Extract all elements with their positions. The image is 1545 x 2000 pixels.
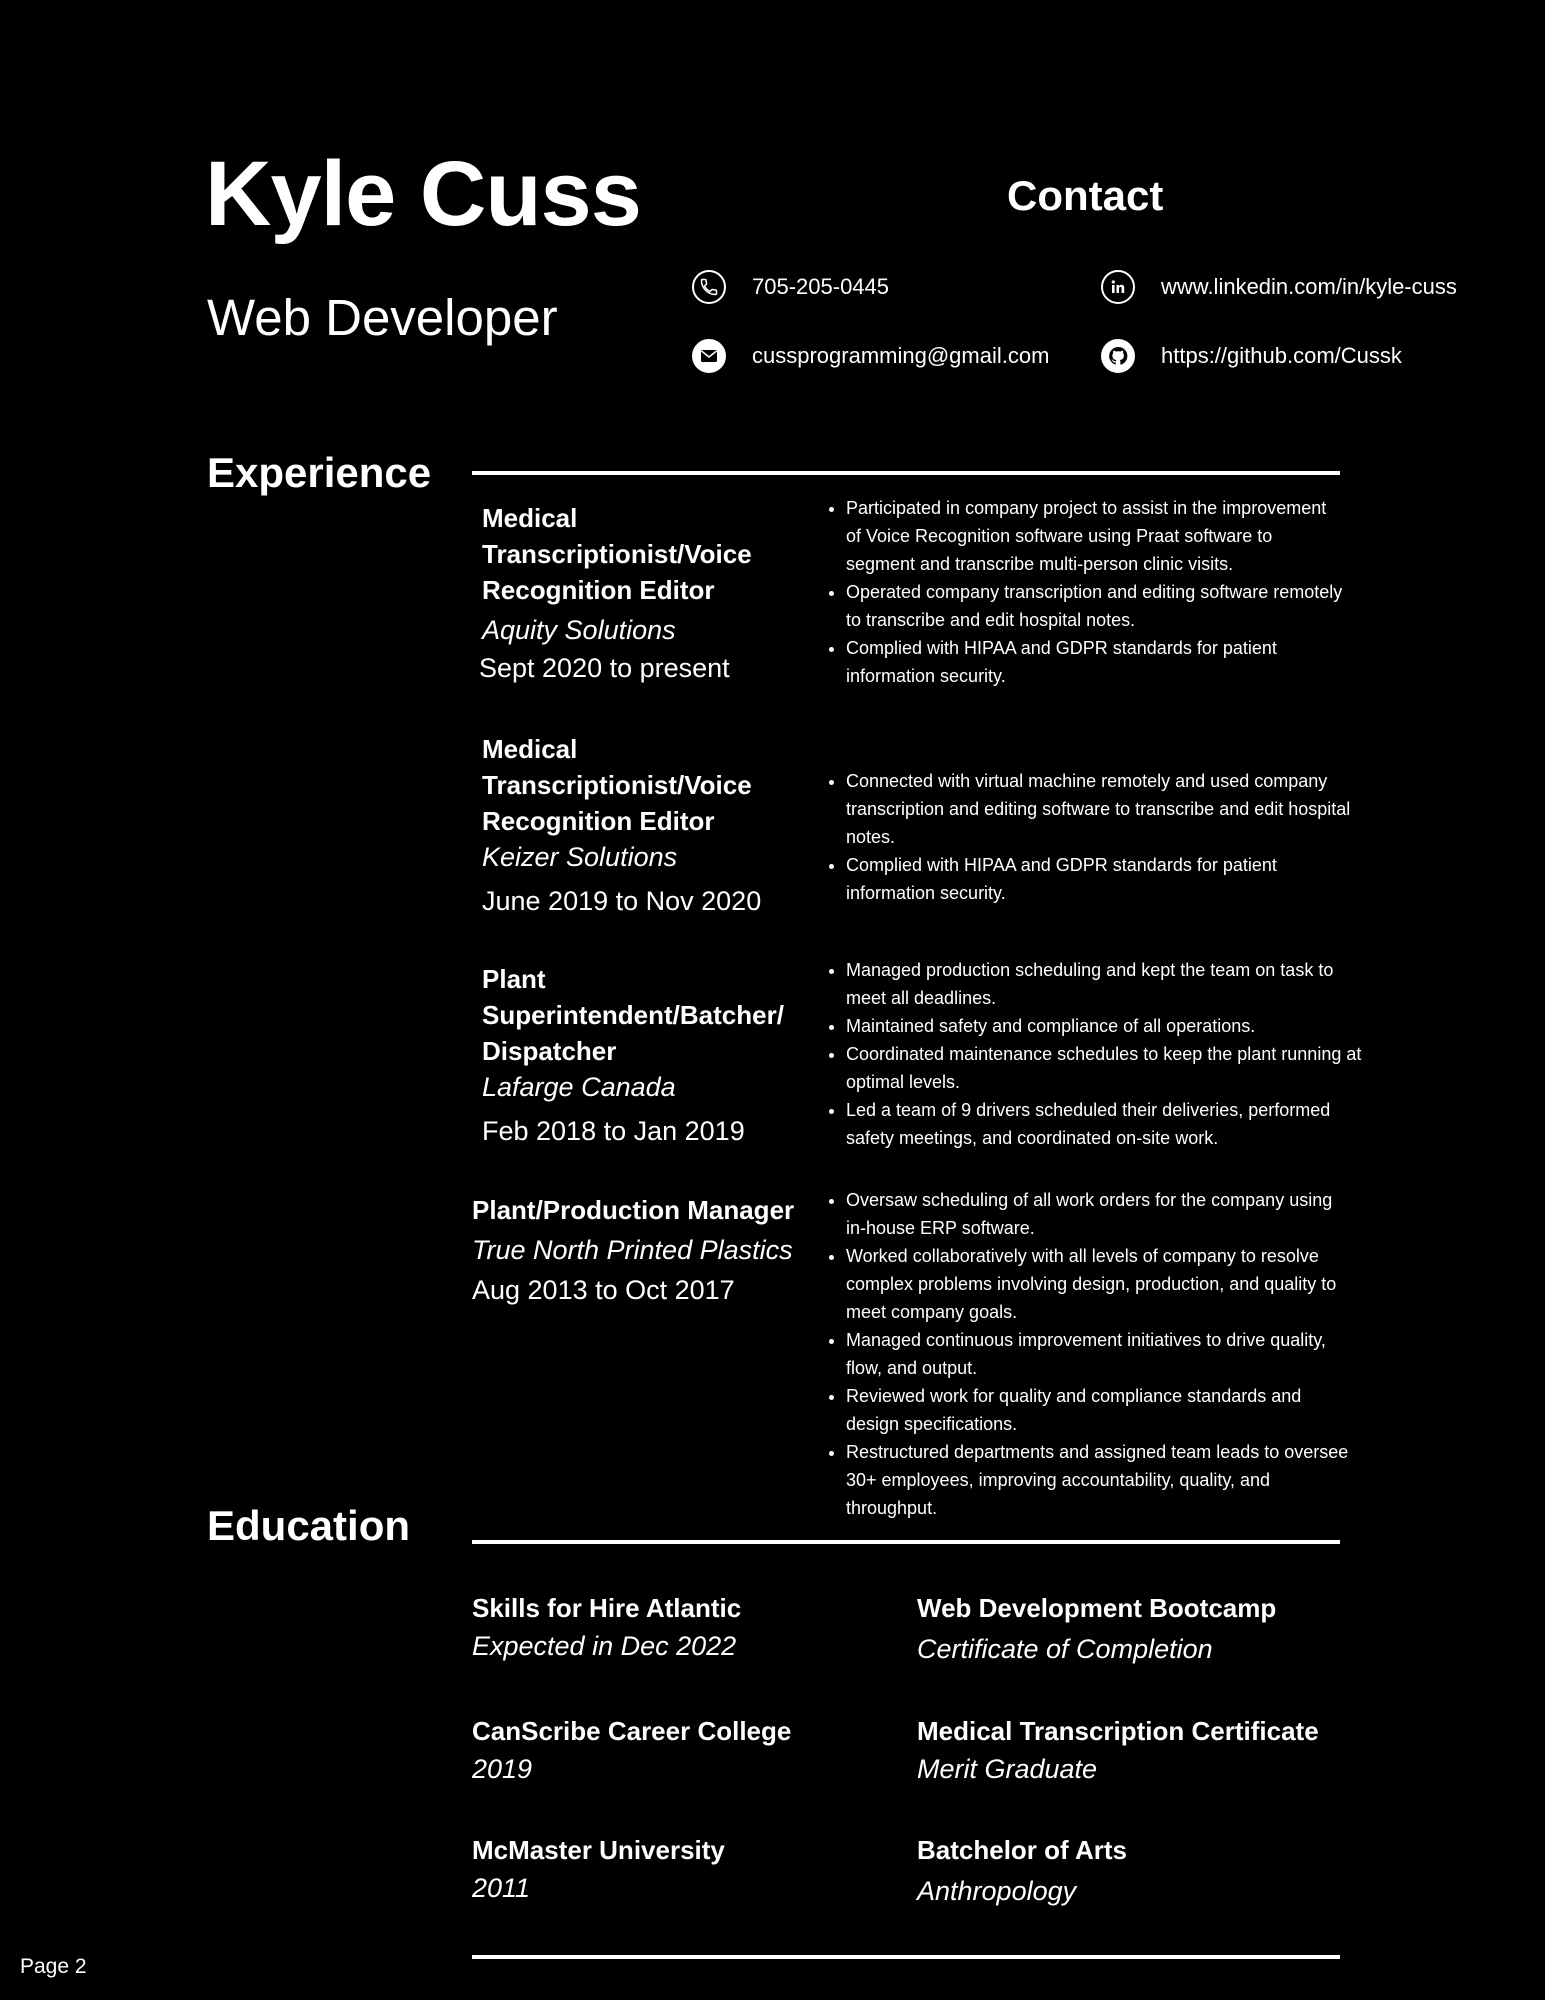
- education-item: McMaster University 2011: [472, 1832, 892, 1908]
- list-item: Oversaw scheduling of all work orders fo…: [846, 1186, 1356, 1242]
- job-company: Lafarge Canada: [482, 1072, 676, 1102]
- job-company: True North Printed Plastics: [472, 1235, 793, 1265]
- list-item: Coordinated maintenance schedules to kee…: [846, 1040, 1368, 1096]
- list-item: Worked collaboratively with all levels o…: [846, 1242, 1356, 1326]
- job-title: Plant/Production Manager: [472, 1195, 795, 1225]
- education-rule: [472, 1540, 1340, 1544]
- page-number: Page 2: [20, 1955, 87, 1978]
- list-item: Managed production scheduling and kept t…: [846, 956, 1368, 1012]
- github-icon: [1101, 339, 1135, 373]
- contact-github[interactable]: https://github.com/Cussk: [1101, 339, 1402, 373]
- email-icon: [692, 339, 726, 373]
- list-item: Operated company transcription and editi…: [846, 578, 1346, 634]
- bottom-rule: [472, 1955, 1340, 1959]
- job-bullets: Participated in company project to assis…: [818, 494, 1346, 690]
- experience-heading: Experience: [207, 449, 432, 496]
- education-title: Medical Transcription Certificate: [917, 1716, 1319, 1746]
- job-details: Medical Transcriptionist/Voice Recogniti…: [482, 731, 812, 919]
- job-details: Medical Transcriptionist/Voice Recogniti…: [479, 500, 812, 686]
- education-heading: Education: [207, 1502, 411, 1549]
- contact-email[interactable]: cussprogramming@gmail.com: [692, 339, 1049, 373]
- education-subtitle: 2011: [472, 1873, 531, 1903]
- list-item: Connected with virtual machine remotely …: [846, 767, 1356, 851]
- list-item: Managed continuous improvement initiativ…: [846, 1326, 1356, 1382]
- phone-text: 705-205-0445: [752, 274, 890, 299]
- list-item: Participated in company project to assis…: [846, 494, 1346, 578]
- phone-icon: [692, 270, 726, 304]
- resume-role: Web Developer: [207, 289, 558, 346]
- job-dates: June 2019 to Nov 2020: [482, 886, 762, 916]
- job-dates: Aug 2013 to Oct 2017: [472, 1275, 735, 1305]
- contact-heading: Contact: [1007, 172, 1164, 219]
- job-bullets: Managed production scheduling and kept t…: [818, 956, 1368, 1152]
- education-item: Skills for Hire Atlantic Expected in Dec…: [472, 1590, 892, 1666]
- job-details: Plant/Production Manager True North Prin…: [472, 1192, 817, 1308]
- job-dates: Sept 2020 to present: [479, 653, 730, 683]
- education-subtitle: Merit Graduate: [917, 1754, 1098, 1784]
- list-item: Complied with HIPAA and GDPR standards f…: [846, 634, 1346, 690]
- education-item: Batchelor of Arts Anthropology: [917, 1832, 1337, 1911]
- education-title: Skills for Hire Atlantic: [472, 1593, 742, 1623]
- education-title: McMaster University: [472, 1835, 725, 1865]
- github-text: https://github.com/Cussk: [1161, 343, 1402, 368]
- list-item: Reviewed work for quality and compliance…: [846, 1382, 1356, 1438]
- education-title: Batchelor of Arts: [917, 1835, 1127, 1865]
- job-dates: Feb 2018 to Jan 2019: [482, 1116, 745, 1146]
- education-title: CanScribe Career College: [472, 1716, 792, 1746]
- linkedin-text: www.linkedin.com/in/kyle-cuss: [1161, 274, 1457, 299]
- experience-rule: [472, 471, 1340, 475]
- education-subtitle: Anthropology: [917, 1876, 1077, 1906]
- job-title: Plant Superintendent/Batcher/ Dispatcher: [482, 964, 784, 1066]
- list-item: Restructured departments and assigned te…: [846, 1438, 1356, 1522]
- education-subtitle: 2019: [472, 1754, 533, 1784]
- contact-phone[interactable]: 705-205-0445: [692, 270, 889, 304]
- contact-linkedin[interactable]: www.linkedin.com/in/kyle-cuss: [1101, 270, 1457, 304]
- job-title: Medical Transcriptionist/Voice Recogniti…: [482, 503, 752, 605]
- job-details: Plant Superintendent/Batcher/ Dispatcher…: [482, 961, 812, 1149]
- education-subtitle: Certificate of Completion: [917, 1634, 1213, 1664]
- resume-name: Kyle Cuss: [205, 143, 642, 245]
- job-company: Keizer Solutions: [482, 842, 678, 872]
- list-item: Led a team of 9 drivers scheduled their …: [846, 1096, 1368, 1152]
- email-text: cussprogramming@gmail.com: [752, 343, 1050, 368]
- education-item: Web Development Bootcamp Certificate of …: [917, 1590, 1337, 1669]
- linkedin-icon: [1101, 270, 1135, 304]
- job-bullets: Connected with virtual machine remotely …: [818, 767, 1356, 907]
- list-item: Maintained safety and compliance of all …: [846, 1012, 1368, 1040]
- job-title: Medical Transcriptionist/Voice Recogniti…: [482, 734, 752, 836]
- education-item: Medical Transcription Certificate Merit …: [917, 1713, 1337, 1789]
- education-title: Web Development Bootcamp: [917, 1593, 1277, 1623]
- education-subtitle: Expected in Dec 2022: [472, 1631, 737, 1661]
- job-company: Aquity Solutions: [482, 615, 676, 645]
- list-item: Complied with HIPAA and GDPR standards f…: [846, 851, 1356, 907]
- job-bullets: Oversaw scheduling of all work orders fo…: [818, 1186, 1356, 1522]
- education-item: CanScribe Career College 2019: [472, 1713, 892, 1789]
